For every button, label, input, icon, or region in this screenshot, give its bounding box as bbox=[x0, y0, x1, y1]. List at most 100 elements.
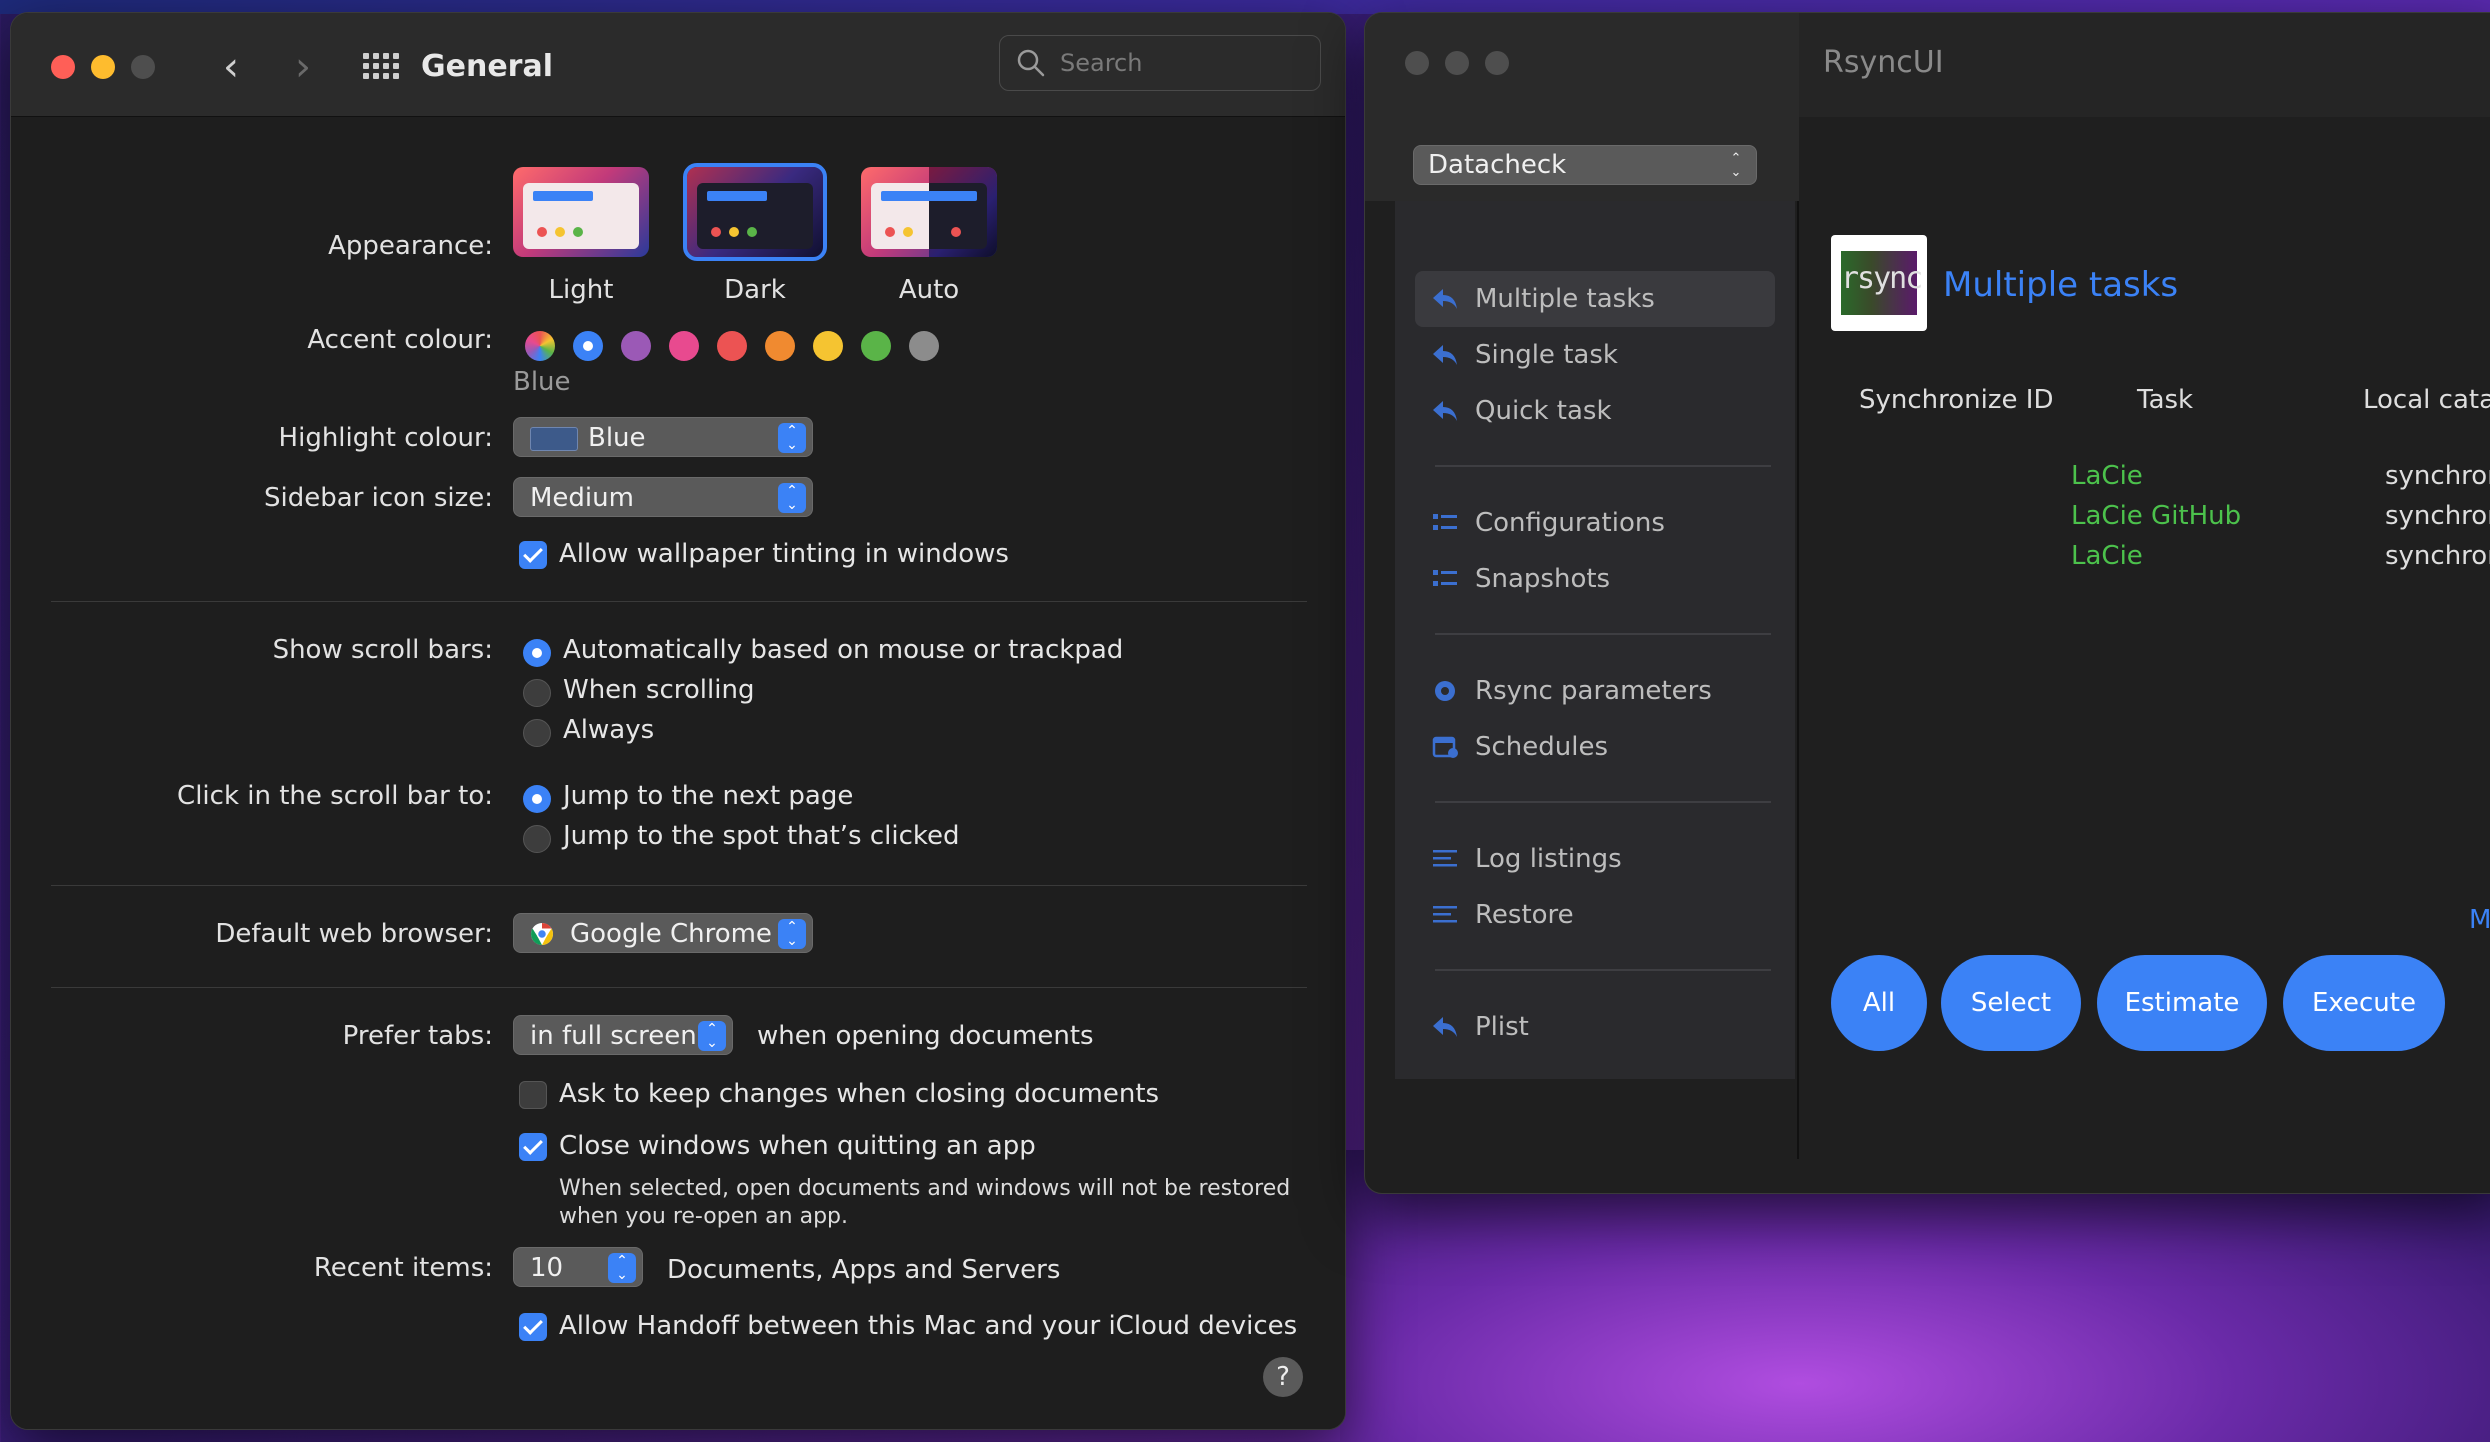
profile-popup[interactable]: Datacheck ⌃ ⌄ bbox=[1413, 145, 1757, 185]
table-row-task[interactable]: LaCie bbox=[2071, 461, 2143, 491]
execute-button[interactable]: Execute bbox=[2283, 955, 2445, 1051]
close-windows-note-line1: When selected, open documents and window… bbox=[559, 1176, 1291, 1201]
sidebar-icon-size-value: Medium bbox=[530, 483, 634, 513]
scroll-when-scrolling-radio[interactable] bbox=[523, 679, 551, 707]
minimize-button[interactable] bbox=[91, 55, 115, 79]
rsyncui-window: RsyncUI Datacheck ⌃ ⌄ Multiple tasks Sing… bbox=[1364, 12, 2490, 1194]
sidebar-item-rsync-parameters[interactable]: Rsync parameters bbox=[1415, 663, 1775, 719]
divider bbox=[51, 601, 1307, 602]
close-button[interactable] bbox=[51, 55, 75, 79]
accent-colour-swatch[interactable] bbox=[717, 331, 747, 361]
zoom-button[interactable] bbox=[1485, 51, 1509, 75]
search-input[interactable] bbox=[1060, 44, 1300, 82]
profile-value: Datacheck bbox=[1428, 150, 1567, 180]
estimate-button[interactable]: Estimate bbox=[2097, 955, 2267, 1051]
handoff-checkbox[interactable] bbox=[519, 1313, 547, 1341]
return-arrow-icon bbox=[1433, 345, 1457, 365]
appearance-auto-label: Auto bbox=[898, 275, 960, 305]
jump-spot-radio[interactable] bbox=[523, 825, 551, 853]
sidebar-item-multiple-tasks[interactable]: Multiple tasks bbox=[1415, 271, 1775, 327]
lines-icon bbox=[1433, 906, 1457, 923]
minimize-button[interactable] bbox=[1445, 51, 1469, 75]
show-scroll-bars-label: Show scroll bars: bbox=[272, 635, 493, 665]
sidebar-item-single-task[interactable]: Single task bbox=[1415, 327, 1775, 383]
accent-colour-swatch[interactable] bbox=[621, 331, 651, 361]
accent-colour-swatch[interactable] bbox=[765, 331, 795, 361]
accent-colour-swatch[interactable] bbox=[525, 331, 555, 361]
settings-content: Appearance: Light Dark Auto Accent colou… bbox=[11, 117, 1345, 1429]
appearance-light-label: Light bbox=[548, 275, 614, 305]
split-divider[interactable] bbox=[1797, 201, 1799, 1159]
sidebar-item-restore[interactable]: Restore bbox=[1415, 887, 1775, 943]
truncated-link[interactable]: M bbox=[2469, 905, 2490, 935]
window-title: RsyncUI bbox=[1823, 45, 1944, 80]
sidebar-item-log-listings[interactable]: Log listings bbox=[1415, 831, 1775, 887]
appearance-dark-label: Dark bbox=[724, 275, 786, 305]
scroll-always-label: Always bbox=[563, 715, 655, 745]
prefer-tabs-label: Prefer tabs: bbox=[342, 1021, 493, 1051]
scroll-auto-radio[interactable] bbox=[523, 639, 551, 667]
appearance-light-thumb[interactable] bbox=[513, 167, 649, 257]
recent-items-popup[interactable]: 10 ⌃ ⌄ bbox=[513, 1247, 643, 1287]
table-row-local[interactable]: synchror bbox=[2385, 541, 2490, 571]
column-header-task[interactable]: Task bbox=[2137, 385, 2193, 415]
search-field[interactable] bbox=[999, 35, 1321, 91]
sidebar-item-configurations[interactable]: Configurations bbox=[1415, 495, 1775, 551]
page-title: Multiple tasks bbox=[1943, 265, 2179, 305]
chevron-left-icon[interactable]: ‹ bbox=[211, 47, 251, 87]
accent-colour-swatch[interactable] bbox=[909, 331, 939, 361]
accent-colour-swatch[interactable] bbox=[861, 331, 891, 361]
scroll-always-radio[interactable] bbox=[523, 719, 551, 747]
sidebar-item-schedules[interactable]: Schedules bbox=[1415, 719, 1775, 775]
appearance-dark-thumb[interactable] bbox=[683, 163, 827, 261]
ask-keep-changes-checkbox[interactable] bbox=[519, 1081, 547, 1109]
show-all-grid-icon[interactable] bbox=[363, 53, 399, 83]
help-button[interactable]: ? bbox=[1263, 1357, 1303, 1397]
column-header-local-catalog[interactable]: Local catal bbox=[2363, 385, 2490, 415]
wallpaper-tinting-checkbox[interactable] bbox=[519, 541, 547, 569]
list-icon bbox=[1433, 570, 1457, 586]
stepper-icon: ⌃ ⌄ bbox=[778, 919, 806, 949]
close-button[interactable] bbox=[1405, 51, 1429, 75]
sidebar-icon-size-label: Sidebar icon size: bbox=[264, 483, 493, 513]
column-header-synchronize-id[interactable]: Synchronize ID bbox=[1859, 385, 2053, 415]
accent-colour-swatch[interactable] bbox=[669, 331, 699, 361]
stepper-icon: ⌃ ⌄ bbox=[778, 483, 806, 513]
recent-items-suffix: Documents, Apps and Servers bbox=[667, 1255, 1061, 1285]
table-row-task[interactable]: LaCie bbox=[2071, 541, 2143, 571]
titlebar-sidebar bbox=[1365, 13, 1799, 117]
select-button[interactable]: Select bbox=[1941, 955, 2081, 1051]
chevron-right-icon[interactable]: › bbox=[283, 47, 323, 87]
divider bbox=[51, 987, 1307, 988]
prefer-tabs-popup[interactable]: in full screen ⌃ ⌄ bbox=[513, 1015, 733, 1055]
table-row-local[interactable]: synchror bbox=[2385, 461, 2490, 491]
sidebar-item-plist[interactable]: Plist bbox=[1415, 999, 1775, 1055]
all-button[interactable]: All bbox=[1831, 955, 1927, 1051]
jump-spot-label: Jump to the spot that’s clicked bbox=[563, 821, 960, 851]
rsync-logo-text: rsync bbox=[1841, 251, 1923, 315]
highlight-swatch bbox=[530, 426, 578, 451]
lines-icon bbox=[1433, 850, 1457, 867]
handoff-label: Allow Handoff between this Mac and your … bbox=[559, 1311, 1298, 1341]
titlebar: ‹ › General bbox=[11, 13, 1345, 117]
close-windows-checkbox[interactable] bbox=[519, 1133, 547, 1161]
sidebar-icon-size-popup[interactable]: Medium ⌃ ⌄ bbox=[513, 477, 813, 517]
appearance-auto-thumb[interactable] bbox=[861, 167, 997, 257]
highlight-colour-label: Highlight colour: bbox=[278, 423, 493, 453]
stepper-icon: ⌃ ⌄ bbox=[698, 1021, 726, 1051]
jump-next-page-radio[interactable] bbox=[523, 785, 551, 813]
sidebar-item-snapshots[interactable]: Snapshots bbox=[1415, 551, 1775, 607]
accent-colour-swatch[interactable] bbox=[813, 331, 843, 361]
sidebar-item-quick-task[interactable]: Quick task bbox=[1415, 383, 1775, 439]
table-row-task[interactable]: LaCie GitHub bbox=[2071, 501, 2241, 531]
sidebar-separator bbox=[1435, 801, 1771, 803]
highlight-colour-popup[interactable]: Blue ⌃ ⌄ bbox=[513, 417, 813, 457]
default-browser-popup[interactable]: Google Chrome ⌃ ⌄ bbox=[513, 913, 813, 953]
accent-colour-swatch[interactable] bbox=[573, 331, 603, 361]
sidebar-separator bbox=[1435, 969, 1771, 971]
return-arrow-icon bbox=[1433, 1017, 1457, 1037]
table-row-local[interactable]: synchror bbox=[2385, 501, 2490, 531]
zoom-button[interactable] bbox=[131, 55, 155, 79]
window-title: General bbox=[421, 49, 553, 84]
return-arrow-icon bbox=[1433, 401, 1457, 421]
